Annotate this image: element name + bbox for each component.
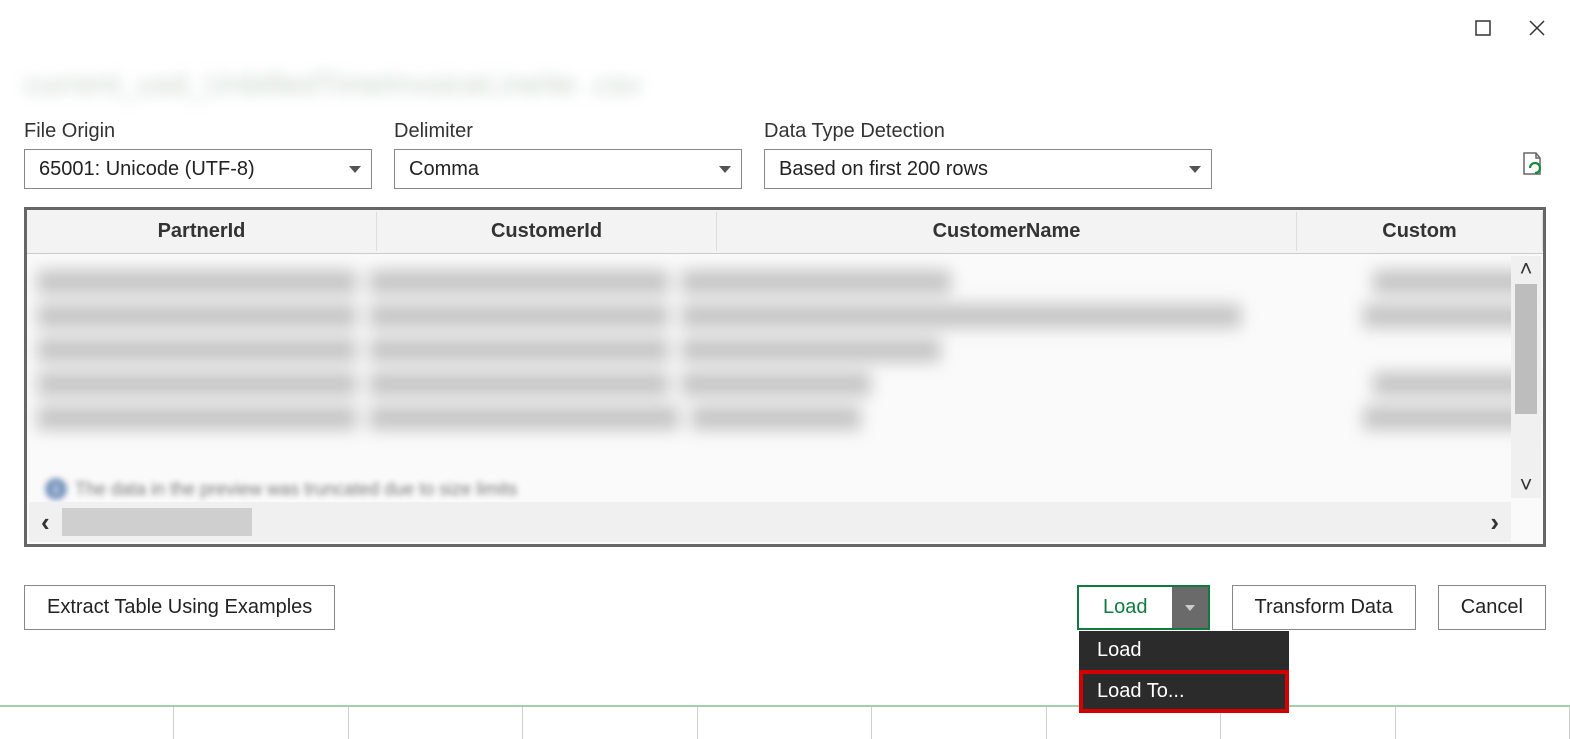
spreadsheet-grid: [0, 705, 1570, 739]
menu-item-load[interactable]: Load: [1079, 631, 1289, 670]
horizontal-scrollbar[interactable]: ‹ ›: [29, 502, 1511, 542]
scroll-right-icon[interactable]: ›: [1478, 507, 1511, 538]
column-header-customername[interactable]: CustomerName: [717, 212, 1297, 251]
scroll-thumb[interactable]: [1515, 284, 1537, 414]
cancel-button[interactable]: Cancel: [1438, 585, 1546, 630]
load-dropdown-toggle[interactable]: [1172, 587, 1208, 628]
menu-item-load-to[interactable]: Load To...: [1079, 670, 1289, 713]
table-row: [37, 270, 1533, 294]
table-row: [37, 338, 1533, 362]
column-header-partnerid[interactable]: PartnerId: [27, 212, 377, 251]
data-type-detection-dropdown[interactable]: Based on first 200 rows: [764, 149, 1212, 189]
extract-table-button[interactable]: Extract Table Using Examples: [24, 585, 335, 630]
delimiter-value: Comma: [409, 158, 479, 181]
preview-header-row: PartnerId CustomerId CustomerName Custom: [27, 210, 1543, 254]
scroll-down-icon[interactable]: ˅: [1520, 472, 1533, 498]
maximize-button[interactable]: [1460, 10, 1506, 46]
chevron-down-icon: [1189, 166, 1201, 173]
scroll-thumb[interactable]: [62, 508, 252, 536]
dtd-value: Based on first 200 rows: [779, 158, 988, 181]
chevron-down-icon: [349, 166, 361, 173]
file-origin-value: 65001: Unicode (UTF-8): [39, 158, 255, 181]
table-row: [37, 372, 1533, 396]
data-type-detection-label: Data Type Detection: [764, 120, 1212, 143]
table-row: [37, 304, 1533, 328]
column-header-custom[interactable]: Custom: [1297, 212, 1543, 251]
load-split-button: Load Load Load To...: [1077, 585, 1210, 630]
table-row: [37, 406, 1533, 430]
delimiter-label: Delimiter: [394, 120, 742, 143]
column-header-customerid[interactable]: CustomerId: [377, 212, 717, 251]
refresh-icon[interactable]: [1518, 150, 1546, 183]
close-button[interactable]: [1514, 10, 1560, 46]
data-preview-pane: PartnerId CustomerId CustomerName Custom: [24, 207, 1546, 547]
info-icon: i: [45, 478, 67, 500]
scroll-left-icon[interactable]: ‹: [29, 507, 62, 538]
transform-data-button[interactable]: Transform Data: [1232, 585, 1416, 630]
file-origin-dropdown[interactable]: 65001: Unicode (UTF-8): [24, 149, 372, 189]
file-title: current_usd_UnbilledTimeInvoiceLineIte .…: [24, 68, 1546, 102]
vertical-scrollbar[interactable]: ˄ ˅: [1511, 256, 1541, 498]
load-menu: Load Load To...: [1079, 631, 1289, 713]
chevron-down-icon: [719, 166, 731, 173]
delimiter-dropdown[interactable]: Comma: [394, 149, 742, 189]
scroll-up-icon[interactable]: ˄: [1520, 256, 1533, 282]
file-origin-label: File Origin: [24, 120, 372, 143]
load-button[interactable]: Load: [1079, 587, 1172, 628]
preview-body: [27, 254, 1543, 446]
preview-info: i The data in the preview was truncated …: [45, 478, 517, 500]
caret-down-icon: [1185, 605, 1195, 611]
